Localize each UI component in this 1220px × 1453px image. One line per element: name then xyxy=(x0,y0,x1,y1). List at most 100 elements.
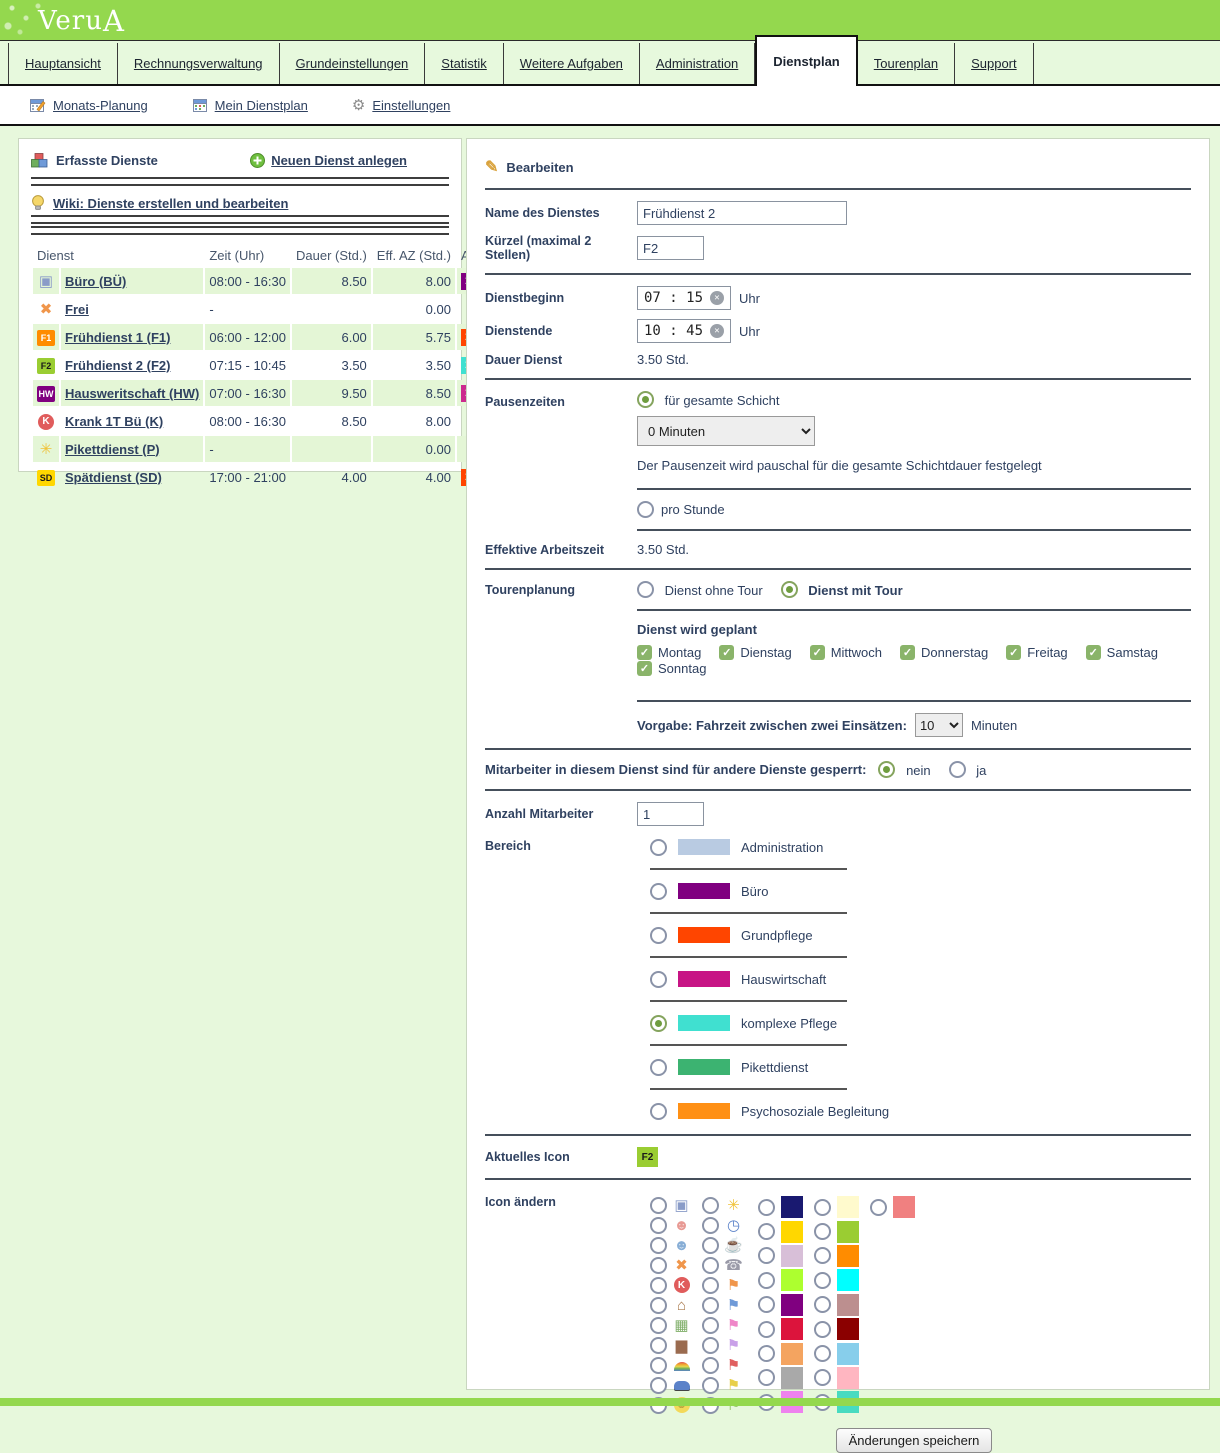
icon-radio[interactable] xyxy=(702,1257,719,1274)
area-radio[interactable] xyxy=(650,1059,667,1076)
icon-color-option-ffb6c1[interactable] xyxy=(814,1366,870,1390)
checkbox-checked-icon[interactable]: ✓ xyxy=(719,645,734,660)
travel-time-select[interactable]: 10 xyxy=(915,713,963,737)
icon-color-option-d8bfd8[interactable] xyxy=(758,1244,814,1268)
icon-option-alarm-clock-icon[interactable]: ◷ xyxy=(702,1215,758,1235)
service-end-input[interactable]: 10 : 45 ✕ xyxy=(637,319,731,343)
icon-radio[interactable] xyxy=(650,1317,667,1334)
icon-color-option-800080[interactable] xyxy=(758,1293,814,1317)
tab-statistik[interactable]: Statistik xyxy=(425,43,504,84)
checkbox-checked-icon[interactable]: ✓ xyxy=(1086,645,1101,660)
weekday-sonntag[interactable]: ✓Sonntag xyxy=(637,661,706,676)
checkbox-checked-icon[interactable]: ✓ xyxy=(637,645,652,660)
icon-radio[interactable] xyxy=(650,1297,667,1314)
icon-radio[interactable] xyxy=(650,1197,667,1214)
tour-without-radio[interactable] xyxy=(637,581,654,598)
icon-radio[interactable] xyxy=(758,1345,775,1362)
icon-color-option-f4a460[interactable] xyxy=(758,1341,814,1365)
icon-option-asterisk-icon[interactable]: ✳ xyxy=(702,1195,758,1215)
icon-option-house-icon[interactable]: ⌂ xyxy=(650,1295,702,1315)
icon-radio[interactable] xyxy=(814,1345,831,1362)
tour-with-option[interactable]: Dienst mit Tour xyxy=(781,581,921,598)
break-per-hour-radio[interactable] xyxy=(637,501,654,518)
wiki-link[interactable]: Wiki: Dienste erstellen und bearbeiten xyxy=(31,195,449,211)
break-whole-shift-radio[interactable] xyxy=(637,391,654,408)
break-minutes-select[interactable]: 0 Minuten xyxy=(637,416,815,446)
icon-radio[interactable] xyxy=(702,1337,719,1354)
checkbox-checked-icon[interactable]: ✓ xyxy=(900,645,915,660)
icon-color-option-191970[interactable] xyxy=(758,1195,814,1219)
icon-option-cross-icon[interactable]: ✖ xyxy=(650,1255,702,1275)
tab-weitere-aufgaben[interactable]: Weitere Aufgaben xyxy=(504,43,640,84)
icon-radio[interactable] xyxy=(758,1369,775,1386)
tab-grundeinstellungen[interactable]: Grundeinstellungen xyxy=(280,43,426,84)
icon-radio[interactable] xyxy=(702,1217,719,1234)
icon-color-option-9acd32[interactable] xyxy=(814,1219,870,1243)
icon-option-rainbow-icon[interactable] xyxy=(650,1355,702,1375)
icon-radio[interactable] xyxy=(814,1296,831,1313)
tab-tourenplan[interactable]: Tourenplan xyxy=(858,43,955,84)
service-link[interactable]: Frühdienst 2 (F2) xyxy=(65,358,170,373)
tab-administration[interactable]: Administration xyxy=(640,43,755,84)
icon-radio[interactable] xyxy=(814,1272,831,1289)
area-option-pikettdienst[interactable]: Pikettdienst xyxy=(650,1055,1191,1079)
area-option-komplexe-pflege[interactable]: komplexe Pflege xyxy=(650,1011,1191,1035)
icon-color-option-bc8f8f[interactable] xyxy=(814,1293,870,1317)
icon-option-phone-icon[interactable]: ☎ xyxy=(702,1255,758,1275)
icon-option-computer-icon[interactable]: ▣ xyxy=(650,1195,702,1215)
break-per-hour-option[interactable]: pro Stunde xyxy=(637,501,1191,518)
icon-option-picture-icon[interactable]: ▦ xyxy=(650,1315,702,1335)
blocked-no-radio[interactable] xyxy=(878,761,895,778)
icon-color-option-87ceeb[interactable] xyxy=(814,1341,870,1365)
icon-radio[interactable] xyxy=(650,1337,667,1354)
weekday-freitag[interactable]: ✓Freitag xyxy=(1006,645,1067,660)
icon-color-option-adff2f[interactable] xyxy=(758,1268,814,1292)
checkbox-checked-icon[interactable]: ✓ xyxy=(637,661,652,676)
icon-radio[interactable] xyxy=(650,1257,667,1274)
service-start-input[interactable]: 07 : 15 ✕ xyxy=(637,286,731,310)
icon-radio[interactable] xyxy=(814,1247,831,1264)
icon-radio[interactable] xyxy=(758,1321,775,1338)
icon-radio[interactable] xyxy=(758,1247,775,1264)
area-radio[interactable] xyxy=(650,839,667,856)
subnav-item-einstellungen[interactable]: ⚙Einstellungen xyxy=(352,96,451,114)
icon-color-option-ffd700[interactable] xyxy=(758,1219,814,1243)
tour-with-radio[interactable] xyxy=(781,581,798,598)
icon-option-person-clock-red-icon[interactable]: ☻ xyxy=(650,1215,702,1235)
icon-option-person-clock-blue-icon[interactable]: ☻ xyxy=(650,1235,702,1255)
icon-radio[interactable] xyxy=(758,1272,775,1289)
icon-option-car-icon[interactable] xyxy=(650,1375,702,1395)
icon-radio[interactable] xyxy=(702,1197,719,1214)
checkbox-checked-icon[interactable]: ✓ xyxy=(810,645,825,660)
weekday-samstag[interactable]: ✓Samstag xyxy=(1086,645,1158,660)
area-option-grundpflege[interactable]: Grundpflege xyxy=(650,923,1191,947)
weekday-dienstag[interactable]: ✓Dienstag xyxy=(719,645,791,660)
icon-radio[interactable] xyxy=(650,1357,667,1374)
icon-radio[interactable] xyxy=(650,1237,667,1254)
weekday-montag[interactable]: ✓Montag xyxy=(637,645,701,660)
icon-radio[interactable] xyxy=(702,1377,719,1394)
icon-option-flag-blue-icon[interactable]: ⚑ xyxy=(702,1295,758,1315)
icon-radio[interactable] xyxy=(814,1321,831,1338)
blocked-yes-radio[interactable] xyxy=(949,761,966,778)
icon-radio[interactable] xyxy=(702,1357,719,1374)
area-option-hauswirtschaft[interactable]: Hauswirtschaft xyxy=(650,967,1191,991)
icon-radio[interactable] xyxy=(702,1317,719,1334)
tab-support[interactable]: Support xyxy=(955,43,1034,84)
break-whole-shift-option[interactable]: für gesamte Schicht xyxy=(637,391,1191,408)
icon-option-chest-icon[interactable]: ▆ xyxy=(650,1335,702,1355)
weekday-donnerstag[interactable]: ✓Donnerstag xyxy=(900,645,988,660)
icon-color-option-dc143c[interactable] xyxy=(758,1317,814,1341)
clear-time-icon[interactable]: ✕ xyxy=(710,324,724,338)
icon-radio[interactable] xyxy=(702,1297,719,1314)
icon-radio[interactable] xyxy=(814,1369,831,1386)
icon-option-flag-yellow-icon[interactable]: ⚑ xyxy=(702,1375,758,1395)
service-name-input[interactable] xyxy=(637,201,847,225)
blocked-yes-option[interactable]: ja xyxy=(949,761,1005,778)
tab-rechnungsverwaltung[interactable]: Rechnungsverwaltung xyxy=(118,43,280,84)
service-link[interactable]: Büro (BÜ) xyxy=(65,274,126,289)
icon-radio[interactable] xyxy=(758,1199,775,1216)
employee-count-input[interactable] xyxy=(637,802,704,826)
icon-color-option-f08080[interactable] xyxy=(870,1195,915,1219)
icon-color-option-a9a9a9[interactable] xyxy=(758,1366,814,1390)
